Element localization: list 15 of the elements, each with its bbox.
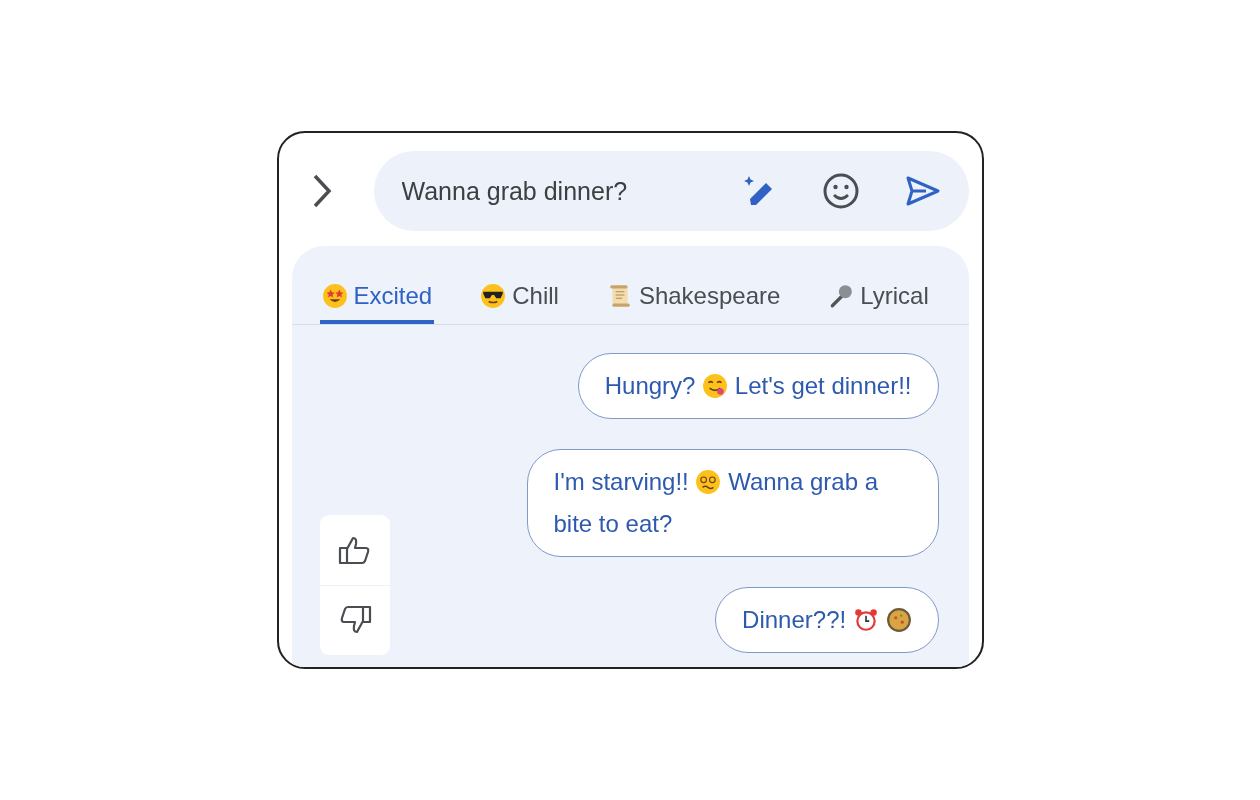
tone-tab[interactable]: Excited — [319, 282, 435, 324]
alarm-clock-icon — [852, 607, 879, 633]
suggestion-chip[interactable]: I'm starving!! Wanna grab a bite to eat? — [526, 449, 939, 557]
sunglasses-face-icon — [480, 283, 507, 309]
message-field[interactable]: Wanna grab dinner? — [401, 176, 697, 206]
suggestion-chip[interactable]: Hungry? Let's get dinner!! — [577, 353, 939, 419]
tone-tab[interactable]: Chill — [478, 282, 561, 324]
tongue-face-icon — [702, 373, 729, 399]
microphone-icon — [828, 283, 855, 309]
paella-pan-icon — [885, 607, 912, 633]
star-eyes-face-icon — [321, 283, 348, 309]
tone-tab[interactable]: Lyrical — [826, 282, 931, 324]
tone-tab[interactable]: Shakespeare — [604, 282, 783, 324]
woozy-face-icon — [695, 469, 722, 495]
suggestion-chip[interactable]: Dinner??! — [715, 587, 939, 653]
